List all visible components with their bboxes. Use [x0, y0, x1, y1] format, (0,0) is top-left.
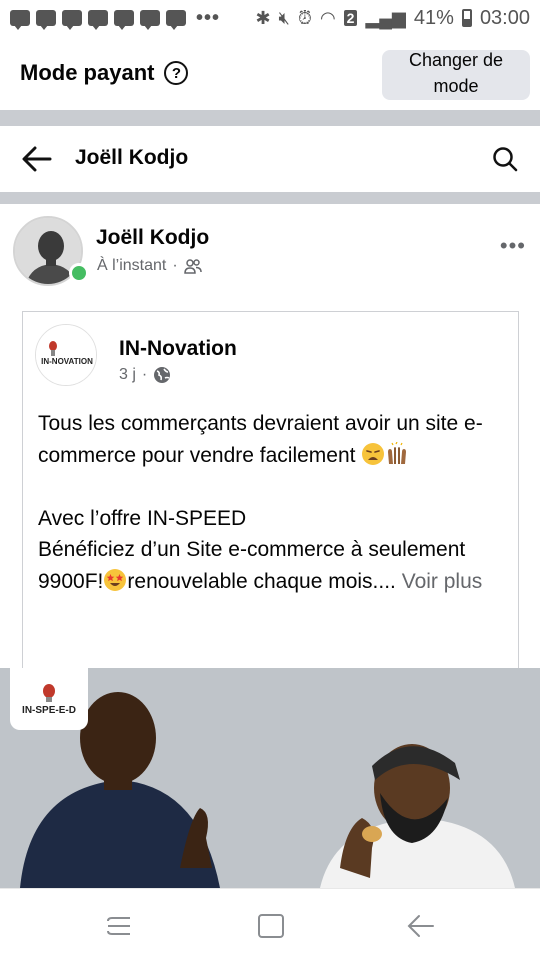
wifi-icon: ◠ [319, 7, 336, 28]
meta-separator: · [141, 366, 148, 383]
post-time[interactable]: À l’instant [97, 257, 166, 275]
online-status-indicator [69, 263, 89, 283]
notification-icons: ••• [10, 7, 220, 30]
message-icon [36, 10, 56, 30]
shared-post-text: Tous les commerçants devraient avoir un … [38, 408, 508, 597]
recent-apps-icon[interactable] [104, 913, 134, 939]
message-icon [88, 10, 108, 30]
post-author[interactable]: Joëll Kodjo [96, 226, 209, 250]
page-name[interactable]: IN-Novation [119, 337, 237, 361]
meta-separator: · [172, 257, 178, 274]
star-struck-emoji [104, 568, 127, 591]
status-bar: ••• ✱ 🔇︎ ⏰︎ ◠ 2 ▂▄▆ 41% 03:00 [0, 0, 540, 36]
home-icon[interactable] [256, 913, 286, 939]
message-icon [166, 10, 186, 30]
page-title: Joëll Kodjo [75, 146, 189, 169]
post-card: Joëll Kodjo À l’instant · ••• IN-NOVATIO… [0, 204, 540, 888]
sim-badge: 2 [343, 10, 358, 26]
battery-percent: 41% [413, 6, 454, 29]
paid-mode-bar: Mode payant ? Changer de mode [0, 36, 540, 110]
help-icon[interactable]: ? [164, 61, 189, 85]
mute-icon: 🔇︎ [278, 7, 290, 28]
back-arrow-icon[interactable] [22, 146, 52, 172]
back-nav-icon[interactable] [406, 913, 436, 939]
signal-icon: ▂▄▆ [365, 7, 406, 28]
section-divider [0, 192, 540, 204]
shared-post-meta: 3 j · [119, 366, 171, 384]
page-avatar-text: IN-NOVATION [41, 357, 93, 366]
bluetooth-icon: ✱ [255, 7, 271, 28]
globe-icon [154, 367, 171, 383]
lightbulb-icon [43, 683, 55, 702]
shared-post-time[interactable]: 3 j [119, 366, 136, 384]
clock: 03:00 [479, 6, 530, 29]
more-notifications: ••• [196, 6, 221, 29]
change-mode-label-2: mode [433, 76, 479, 96]
system-nav-bar [0, 888, 540, 960]
in-speed-badge-text: IN-SPE-E-D [22, 704, 76, 716]
raised-hands-emoji [388, 441, 407, 464]
alarm-icon: ⏰︎ [297, 7, 312, 28]
battery-icon [461, 9, 472, 27]
message-icon [62, 10, 82, 30]
page-avatar[interactable]: IN-NOVATION [35, 324, 97, 386]
change-mode-button[interactable]: Changer de mode [382, 50, 530, 100]
in-speed-badge: IN-SPE-E-D [10, 668, 88, 730]
post-meta: À l’instant · [97, 257, 202, 275]
text-line-2: Avec l’offre IN-SPEED [38, 506, 247, 530]
text-line-1: Tous les commerçants devraient avoir un … [38, 412, 483, 467]
weary-face-emoji [362, 442, 385, 465]
message-icon [114, 10, 134, 30]
text-line-3b: renouvelable chaque mois.... [127, 569, 396, 593]
see-more-link[interactable]: Voir plus [402, 570, 483, 593]
friends-icon [183, 259, 202, 274]
message-icon [10, 10, 30, 30]
post-image[interactable]: IN-SPE-E-D [0, 668, 540, 888]
search-icon[interactable] [492, 146, 518, 172]
in-novation-logo: IN-NOVATION [36, 325, 96, 385]
section-divider [0, 110, 540, 126]
message-icon [140, 10, 160, 30]
more-options-icon[interactable]: ••• [500, 233, 526, 259]
top-header: Joëll Kodjo [0, 126, 540, 192]
mode-title: Mode payant [20, 60, 155, 85]
